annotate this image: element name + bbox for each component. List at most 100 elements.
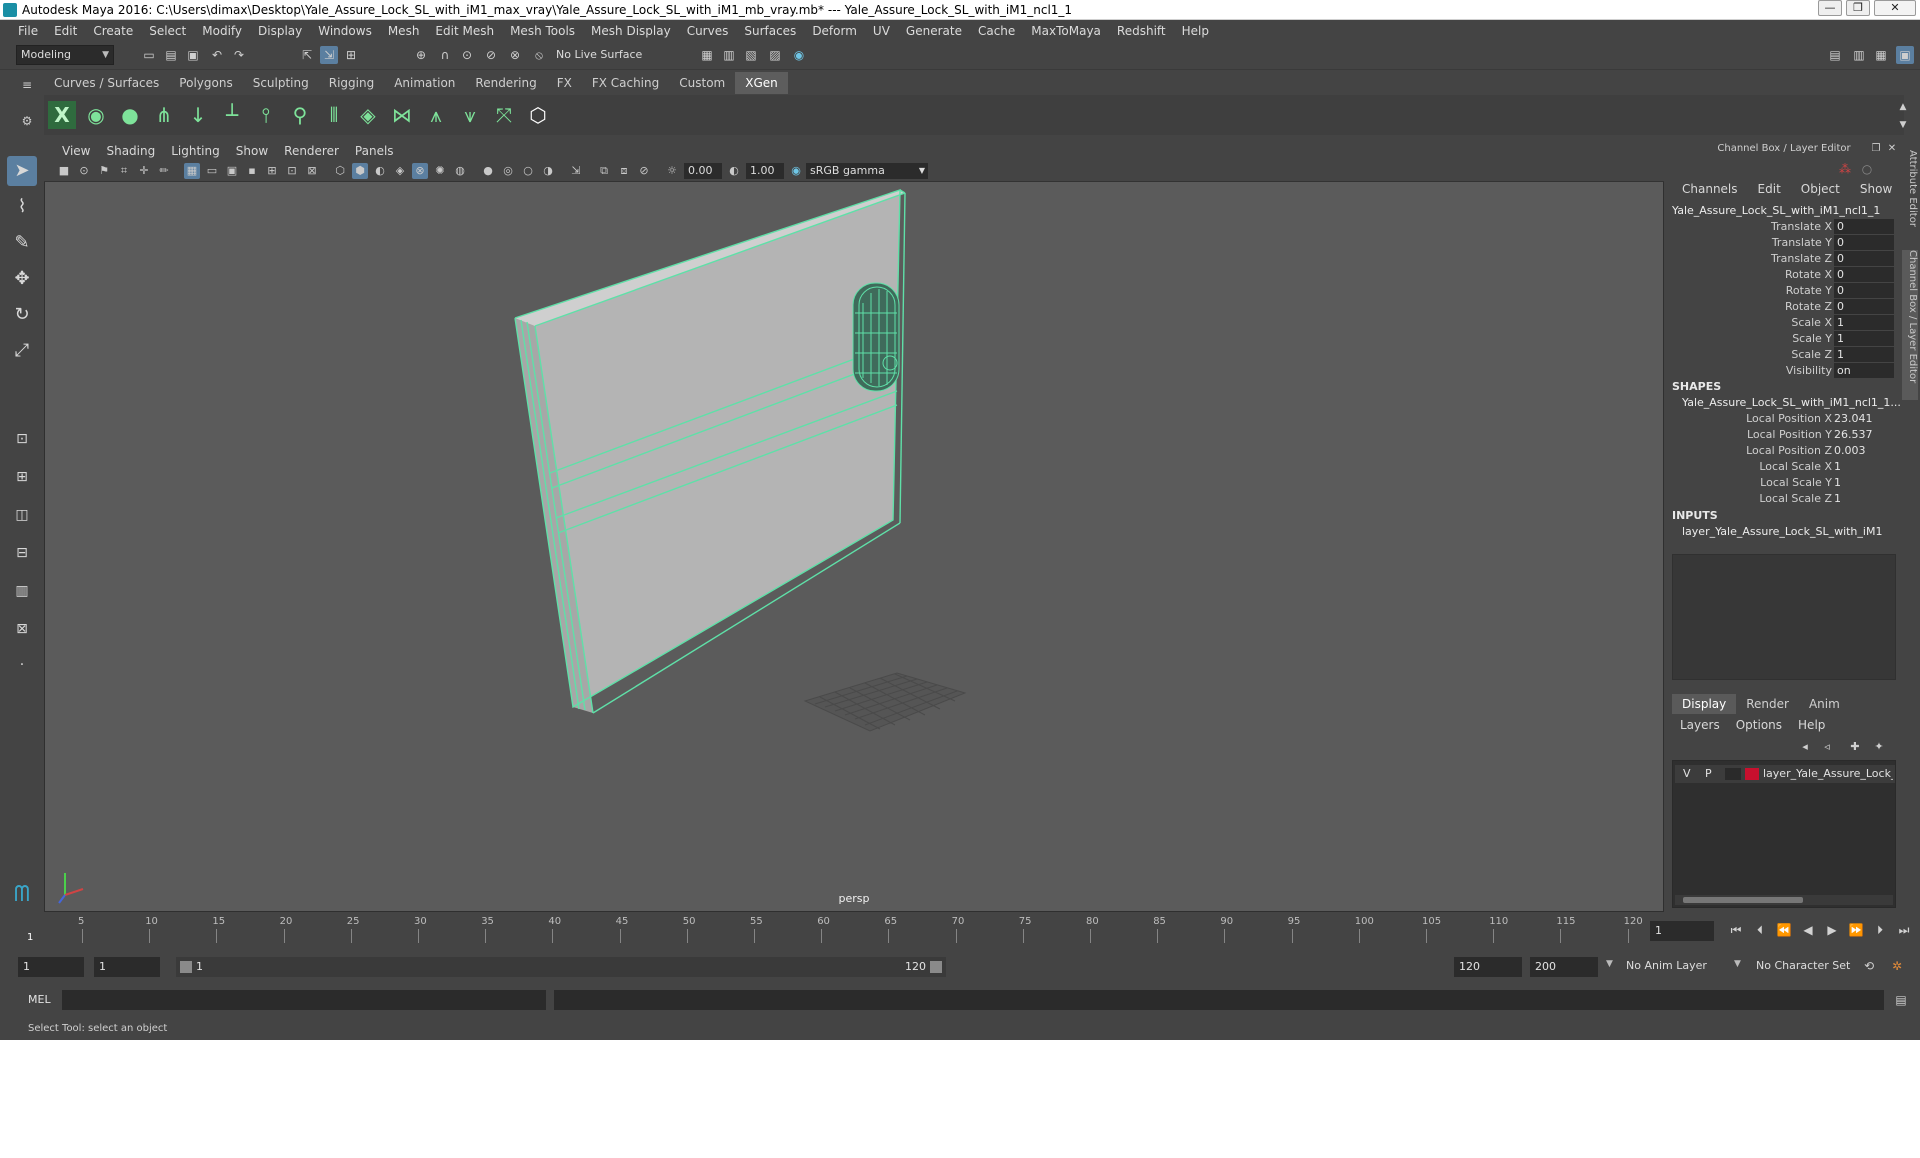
maximize-button[interactable]: ❐ — [1846, 0, 1870, 16]
lasso-tool-icon[interactable]: ⌇ — [7, 192, 37, 222]
new-layer-icon[interactable]: ✚ — [1846, 738, 1864, 756]
shape-attr-label[interactable]: Local Position Y — [1672, 428, 1832, 441]
xgen-lock-guide-icon[interactable]: ⚲ — [286, 101, 314, 129]
textured-icon[interactable]: ◈ — [392, 163, 408, 179]
xgen-comb-icon[interactable]: ⩚ — [422, 101, 450, 129]
color-management-icon[interactable]: ◉ — [788, 163, 804, 179]
xray-active-icon[interactable]: ⧉ — [596, 163, 612, 179]
tab-display[interactable]: Display — [1672, 694, 1737, 714]
paint-select-tool-icon[interactable]: ✎ — [7, 228, 37, 258]
tab-rigging[interactable]: Rigging — [319, 72, 384, 94]
panel-menu-view[interactable]: View — [54, 144, 98, 158]
four-pane-layout-icon[interactable]: ⊞ — [7, 462, 37, 492]
snap-surface-icon[interactable]: ⊗ — [506, 46, 524, 64]
xgen-editor-icon[interactable]: X — [48, 101, 76, 129]
menu-cache[interactable]: Cache — [970, 24, 1023, 38]
2d-pan-zoom-icon[interactable]: ✛ — [136, 163, 152, 179]
outliner-layout-icon[interactable]: ⊟ — [7, 538, 37, 568]
menu-edit[interactable]: Edit — [46, 24, 85, 38]
cb-menu-object[interactable]: Object — [1791, 182, 1850, 196]
channel-box-toggle-icon[interactable]: ▣ — [1896, 46, 1914, 64]
go-to-start-icon[interactable]: ⏮ — [1728, 922, 1744, 938]
render-settings-icon[interactable]: ▧ — [742, 46, 760, 64]
open-scene-icon[interactable]: ▤ — [162, 46, 180, 64]
layers-menu-options[interactable]: Options — [1728, 718, 1790, 732]
select-object-icon[interactable]: ⇲ — [320, 46, 338, 64]
input-node-name[interactable]: layer_Yale_Assure_Lock_SL_with_iM1 — [1682, 525, 1882, 538]
channel-box-side-tab[interactable]: Channel Box / Layer Editor — [1902, 250, 1918, 400]
layers-menu-layers[interactable]: Layers — [1672, 718, 1728, 732]
close-button[interactable]: ✕ — [1874, 0, 1916, 16]
step-back-key-icon[interactable]: ⏪ — [1776, 922, 1792, 938]
shape-attr-label[interactable]: Local Position Z — [1672, 444, 1832, 457]
scale-tool-icon[interactable]: ⤢ — [7, 336, 37, 366]
safe-action-icon[interactable]: ⊡ — [284, 163, 300, 179]
render-view-icon[interactable]: ◉ — [790, 46, 808, 64]
cb-menu-channels[interactable]: Channels — [1672, 182, 1748, 196]
auto-key-icon[interactable]: ⟲ — [1860, 957, 1878, 975]
undo-icon[interactable]: ↶ — [208, 46, 226, 64]
attr-value[interactable]: 0 — [1834, 267, 1894, 282]
ipr-render-icon[interactable]: ▥ — [720, 46, 738, 64]
scene-start-field[interactable]: 1 — [18, 957, 84, 977]
tab-rendering[interactable]: Rendering — [465, 72, 546, 94]
xgen-add-guide-icon[interactable]: ┴ — [218, 101, 246, 129]
tab-xgen[interactable]: XGen — [735, 72, 788, 94]
attr-label[interactable]: Translate X — [1672, 220, 1832, 233]
move-tool-icon[interactable]: ✥ — [7, 264, 37, 294]
play-forwards-icon[interactable]: ▶ — [1824, 922, 1840, 938]
shadows-icon[interactable]: ◍ — [452, 163, 468, 179]
select-component-icon[interactable]: ⊞ — [342, 46, 360, 64]
range-slider[interactable]: 1 120 — [176, 957, 946, 977]
live-surface-label[interactable]: No Live Surface — [556, 48, 642, 61]
gamma-icon[interactable]: ◐ — [726, 163, 742, 179]
attr-label[interactable]: Rotate Z — [1672, 300, 1832, 313]
minimize-button[interactable]: — — [1818, 0, 1842, 16]
make-live-icon[interactable]: ⦸ — [530, 46, 548, 64]
shelf-scroll-down-icon[interactable]: ▼ — [1894, 116, 1912, 134]
shelf-scroll-up-icon[interactable]: ▲ — [1894, 98, 1912, 116]
menu-mesh[interactable]: Mesh — [380, 24, 428, 38]
layer-playback-toggle[interactable]: P — [1705, 765, 1712, 783]
xgen-place-guide-icon[interactable]: ↓ — [184, 101, 212, 129]
panel-menu-show[interactable]: Show — [228, 144, 276, 158]
shelf-settings-gear-icon[interactable]: ⚙ — [18, 112, 36, 130]
tab-fx[interactable]: FX — [547, 72, 582, 94]
layer-display-type[interactable] — [1725, 768, 1741, 780]
depth-of-field-icon[interactable]: ⊘ — [636, 163, 652, 179]
shape-attr-label[interactable]: Local Scale X — [1672, 460, 1832, 473]
bookmark-icon[interactable]: ⚑ — [96, 163, 112, 179]
character-set-chevron-down-icon[interactable]: ▼ — [1734, 959, 1741, 969]
3d-viewport[interactable]: persp — [45, 183, 1663, 911]
object-name[interactable]: Yale_Assure_Lock_SL_with_iM1_ncl1_1 — [1672, 204, 1880, 217]
isolate-select-icon[interactable]: ⇲ — [568, 163, 584, 179]
menu-modify[interactable]: Modify — [194, 24, 250, 38]
menu-uv[interactable]: UV — [865, 24, 898, 38]
current-frame-field[interactable]: 1 — [1650, 921, 1714, 941]
panel-menu-lighting[interactable]: Lighting — [163, 144, 228, 158]
playback-start-field[interactable]: 1 — [94, 957, 160, 977]
graph-layout-icon[interactable]: ▥ — [7, 576, 37, 606]
menu-generate[interactable]: Generate — [898, 24, 970, 38]
wireframe-icon[interactable]: ⬡ — [332, 163, 348, 179]
attr-value[interactable]: 0 — [1834, 283, 1894, 298]
grid-toggle-icon[interactable]: ▦ — [184, 163, 200, 179]
script-editor-icon[interactable]: ▤ — [1892, 991, 1910, 1009]
save-scene-icon[interactable]: ▣ — [184, 46, 202, 64]
animation-preferences-icon[interactable]: ✲ — [1888, 957, 1906, 975]
script-language-label[interactable]: MEL — [28, 993, 51, 1006]
xgen-guide-length-icon[interactable]: ⫴ — [320, 101, 348, 129]
multisample-icon[interactable]: ⧈ — [616, 163, 632, 179]
xgen-density-icon[interactable]: ⋈ — [388, 101, 416, 129]
time-slider[interactable]: 1 5 10 15 20 25 30 35 40 45 50 55 60 65 70 75 80 85 90 95 1… — [24, 916, 1644, 946]
panel-menu-panels[interactable]: Panels — [347, 144, 402, 158]
menu-deform[interactable]: Deform — [804, 24, 865, 38]
two-pane-layout-icon[interactable]: ◫ — [7, 500, 37, 530]
tab-fx-caching[interactable]: FX Caching — [582, 72, 669, 94]
attr-label[interactable]: Visibility — [1672, 364, 1832, 377]
gate-mask-icon[interactable]: ▪ — [244, 163, 260, 179]
attr-label[interactable]: Scale X — [1672, 316, 1832, 329]
anim-layer-chevron-down-icon[interactable]: ▼ — [1606, 959, 1613, 969]
safe-title-icon[interactable]: ⊠ — [304, 163, 320, 179]
field-chart-icon[interactable]: ⊞ — [264, 163, 280, 179]
